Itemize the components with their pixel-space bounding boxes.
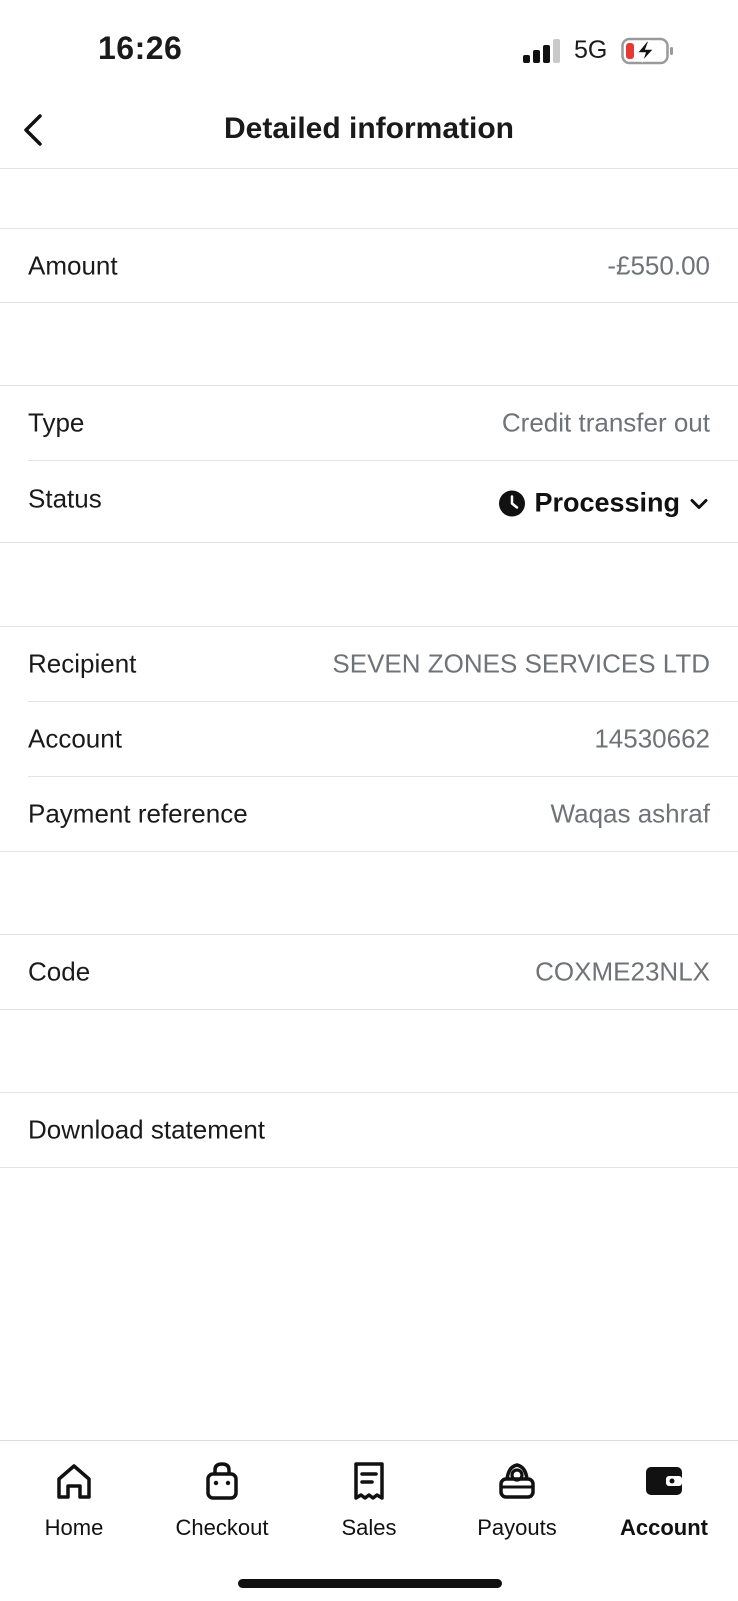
tab-home[interactable]: Home [0, 1455, 148, 1555]
type-value: Credit transfer out [501, 407, 710, 438]
navigation-header: Detailed information [0, 100, 738, 169]
recipient-value: SEVEN ZONES SERVICES LTD [332, 648, 710, 679]
tab-payouts[interactable]: Payouts [443, 1455, 591, 1555]
tab-checkout[interactable]: Checkout [148, 1455, 296, 1555]
home-icon [57, 1464, 91, 1499]
tab-payouts-label: Payouts [477, 1515, 557, 1540]
status-value: Processing [534, 487, 680, 518]
home-indicator [238, 1579, 502, 1588]
tab-home-label: Home [44, 1515, 104, 1540]
cellular-signal-icon [523, 39, 563, 63]
detail-row-type: Type Credit transfer out [0, 386, 738, 460]
type-label: Type [28, 407, 85, 438]
network-type: 5G [574, 36, 608, 64]
bag-icon [206, 1462, 238, 1500]
payment-reference-label: Payment reference [28, 798, 248, 829]
detail-row-account: Account 14530662 [0, 702, 738, 776]
receipt-icon [354, 1462, 384, 1500]
status-label: Status [28, 483, 102, 514]
download-statement-button[interactable]: Download statement [0, 1093, 738, 1167]
divider [0, 1009, 738, 1010]
clock-icon [499, 490, 526, 516]
detail-row-recipient: Recipient SEVEN ZONES SERVICES LTD [0, 627, 738, 701]
status-bar: 16:26 5G [0, 0, 738, 100]
battery-charging-icon [621, 37, 673, 65]
detail-row-status: Status Processing [0, 461, 738, 541]
amount-value: -£550.00 [607, 250, 710, 281]
clock: 16:26 [98, 30, 183, 66]
payouts-icon [499, 1463, 535, 1499]
wallet-icon [646, 1467, 682, 1495]
account-value: 14530662 [594, 723, 710, 754]
tab-checkout-label: Checkout [175, 1515, 269, 1540]
status-dropdown[interactable]: Processing [498, 488, 710, 519]
account-label: Account [28, 723, 122, 754]
code-value: COXME23NLX [535, 956, 710, 987]
chevron-down-icon [690, 498, 708, 509]
bottom-tab-bar: Home Checkout Sales Payouts Account [0, 1440, 738, 1601]
page-title: Detailed information [223, 112, 515, 145]
tab-account[interactable]: Account [590, 1455, 738, 1555]
tab-sales-label: Sales [341, 1515, 397, 1540]
detail-row-code: Code COXME23NLX [0, 935, 738, 1009]
detail-row-payment-reference: Payment reference Waqas ashraf [0, 777, 738, 851]
code-label: Code [28, 956, 91, 987]
tab-sales[interactable]: Sales [295, 1455, 443, 1555]
divider [0, 302, 738, 303]
download-statement-label: Download statement [28, 1114, 266, 1145]
recipient-label: Recipient [28, 648, 137, 679]
amount-label: Amount [28, 250, 118, 281]
tab-account-label: Account [620, 1515, 708, 1540]
divider [0, 1167, 738, 1168]
detail-row-amount: Amount -£550.00 [0, 229, 738, 303]
divider [0, 851, 738, 852]
payment-reference-value: Waqas ashraf [550, 798, 710, 829]
divider [0, 542, 738, 543]
